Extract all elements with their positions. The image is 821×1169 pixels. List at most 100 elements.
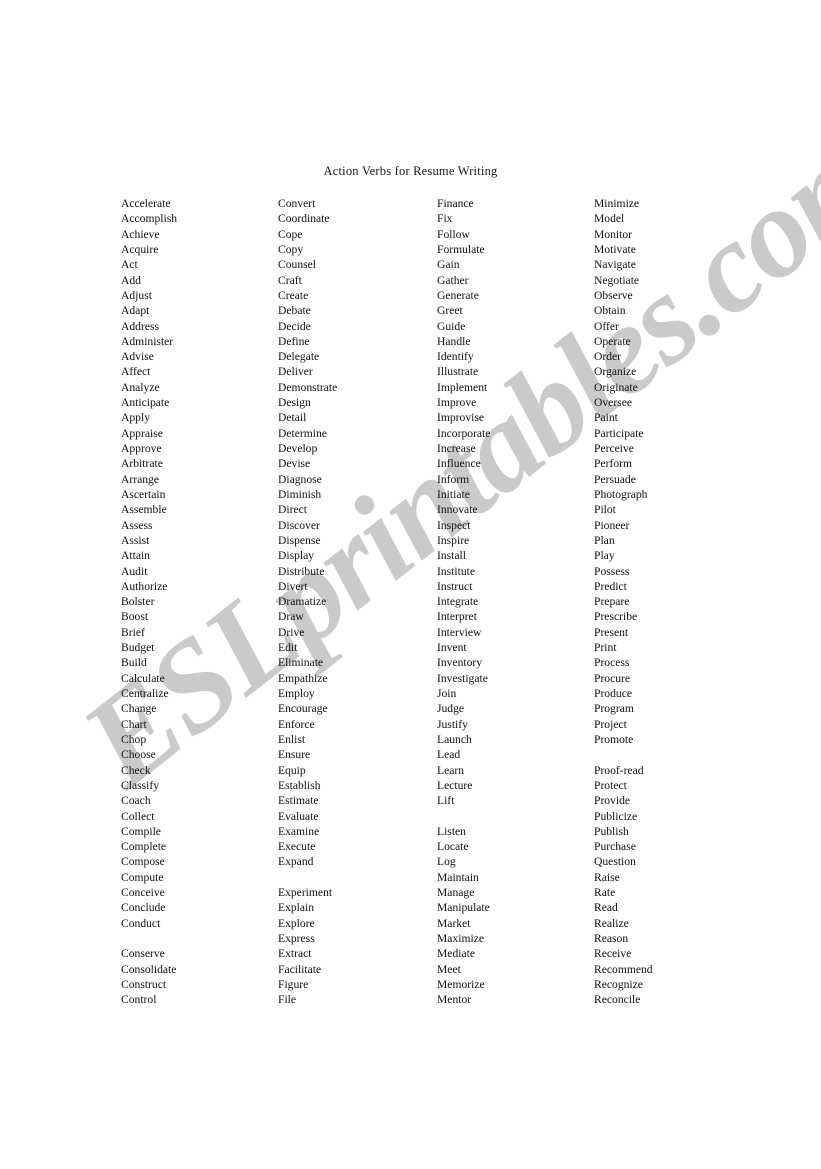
verb-item: Display: [278, 549, 315, 563]
verb-item: Advise: [121, 350, 154, 364]
page-title: Action Verbs for Resume Writing: [323, 164, 498, 178]
verb-item: Administer: [121, 334, 174, 348]
verb-spacer: [278, 870, 428, 885]
verb-item: Finance: [437, 197, 474, 210]
verb-item: Launch: [437, 732, 472, 746]
verb-item: Participate: [594, 426, 644, 440]
verb-item: File: [278, 993, 297, 1007]
verb-item: Memorize: [437, 977, 485, 991]
verb-spacer: [594, 747, 744, 762]
verb-item: Market: [437, 916, 471, 930]
verb-item: Photograph: [594, 487, 648, 501]
verb-item: Facilitate: [278, 962, 322, 976]
verb-item: Meet: [437, 962, 461, 976]
verb-item: Prepare: [594, 595, 630, 609]
verb-item: Model: [594, 212, 625, 226]
verb-item: Anticipate: [121, 396, 170, 410]
verb-item: Audit: [121, 564, 148, 578]
verb-item: Gain: [437, 258, 460, 272]
verb-item: Calculate: [121, 671, 165, 685]
verb-item: Expand: [278, 855, 314, 869]
verb-item: Choose: [121, 748, 156, 762]
verb-item: Lecture: [437, 778, 473, 792]
verb-item: Delegate: [278, 350, 320, 364]
verb-item: Coach: [121, 794, 151, 808]
verb-item: Influence: [437, 457, 481, 471]
verb-item: Navigate: [594, 258, 636, 272]
verb-item: Reason: [594, 932, 629, 945]
verb-item: Rate: [594, 886, 616, 900]
verb-item: Possess: [594, 564, 630, 578]
verb-item: Instruct: [437, 579, 473, 593]
verb-item: Gather: [437, 273, 469, 287]
verb-item: Institute: [437, 564, 475, 578]
verb-item: Craft: [278, 273, 302, 287]
verb-item: Lead: [437, 748, 461, 762]
verb-item: Inspire: [437, 533, 470, 547]
verb-item: Recognize: [594, 977, 643, 991]
verb-item: Evaluate: [278, 809, 319, 823]
verb-item: Proof-read: [594, 763, 644, 777]
verb-item: Formulate: [437, 242, 485, 256]
verb-item: Learn: [437, 763, 465, 777]
verb-item: Address: [121, 319, 159, 333]
verb-item: Originate: [594, 380, 638, 394]
verb-item: Realize: [594, 916, 629, 930]
verb-item: Protect: [594, 778, 627, 792]
verb-item: Greet: [437, 304, 463, 318]
verb-item: Appraise: [121, 426, 163, 440]
verb-item: Improve: [437, 396, 477, 410]
verb-item: Publish: [594, 824, 629, 838]
verb-item: Order: [594, 350, 622, 364]
verb-item: Process: [594, 656, 630, 670]
verb-spacer: [437, 809, 587, 824]
verb-item: Read: [594, 901, 618, 915]
verb-item: Explore: [278, 916, 315, 930]
verb-column-2: Convert Coordinate Cope Copy Counsel Craft Cre…: [278, 196, 428, 1008]
verb-item: Interview: [437, 625, 482, 639]
verb-item: Complete: [121, 840, 167, 854]
verb-item: Determine: [278, 426, 327, 440]
verb-item: Design: [278, 396, 311, 410]
verb-item: Provide: [594, 794, 631, 808]
verb-item: Motivate: [594, 242, 636, 256]
verb-item: Adjust: [121, 288, 152, 302]
verb-item: Add: [121, 273, 141, 287]
verb-item: Examine: [278, 824, 320, 838]
verb-item: Change: [121, 702, 157, 716]
verb-item: Inventory: [437, 656, 483, 670]
verb-item: Bolster: [121, 595, 155, 609]
document-page: ESLprintables.com Action Verbs for Resum…: [0, 0, 821, 1169]
verb-column-3: Finance Fix Follow Formulate Gain Gather Gener…: [437, 196, 587, 1008]
verb-item: Demonstrate: [278, 380, 338, 394]
verb-item: Mentor: [437, 993, 472, 1007]
verb-item: Employ: [278, 687, 315, 700]
verb-item: Incorporate: [437, 426, 491, 440]
verb-item: Improvise: [437, 411, 485, 425]
verb-item: Coordinate: [278, 212, 330, 226]
verb-item: Reconcile: [594, 993, 641, 1007]
verb-item: Inform: [437, 472, 470, 486]
verb-item: Publicize: [594, 809, 638, 823]
verb-item: Observe: [594, 288, 633, 302]
verb-item: Equip: [278, 763, 306, 777]
verb-item: Estimate: [278, 794, 319, 808]
verb-item: Procure: [594, 671, 631, 685]
verb-item: Prescribe: [594, 610, 638, 624]
verb-item: Check: [121, 763, 151, 777]
verb-item: Question: [594, 855, 636, 869]
verb-item: Obtain: [594, 304, 626, 318]
verb-item: Perform: [594, 457, 632, 471]
verb-item: Empathize: [278, 671, 328, 685]
verb-item: Classify: [121, 778, 160, 792]
verb-item: Extract: [278, 947, 312, 961]
verb-item: Generate: [437, 288, 479, 302]
verb-item: Affect: [121, 365, 151, 379]
verb-item: Assess: [121, 518, 153, 532]
verb-item: Convert: [278, 197, 316, 210]
verb-item: Follow: [437, 227, 470, 241]
verb-item: Mediate: [437, 947, 475, 961]
verb-item: Devise: [278, 457, 311, 471]
verb-item: Acquire: [121, 242, 159, 256]
verb-item: Decide: [278, 319, 311, 333]
